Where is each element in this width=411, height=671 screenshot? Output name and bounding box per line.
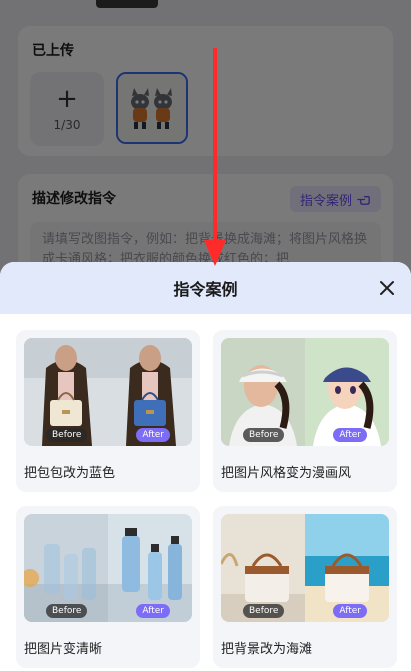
example-card-comic-style[interactable]: Before After 把图片风格变为漫画风 (213, 330, 397, 492)
before-badge: Before (243, 604, 285, 618)
plus-icon: + (56, 84, 78, 114)
instruction-cases-button[interactable]: 指令案例 (289, 186, 381, 212)
upload-count: 1/30 (53, 118, 81, 132)
after-badge: After (136, 428, 170, 442)
add-image-button[interactable]: + 1/30 (30, 72, 104, 146)
uploaded-thumbnail[interactable] (116, 72, 188, 144)
example-card-sharpen[interactable]: Before After 把图片变清晰 (16, 506, 200, 668)
example-image: Before After (24, 514, 192, 622)
close-icon[interactable] (377, 278, 397, 298)
example-image: Before After (24, 338, 192, 446)
top-thumbnail-strip (96, 0, 158, 8)
example-caption: 把背景改为海滩 (221, 642, 313, 657)
after-badge: After (333, 604, 367, 618)
example-caption: 把包包改为蓝色 (24, 466, 116, 481)
figurine-image (118, 74, 186, 142)
before-badge: Before (46, 428, 88, 442)
example-card-bag[interactable]: Before After 把包包改为蓝色 (16, 330, 200, 492)
instruction-cases-sheet: 指令案例 Before After 把包包改为蓝色 Before After 把… (0, 262, 411, 671)
after-badge: After (136, 604, 170, 618)
example-caption: 把图片风格变为漫画风 (221, 466, 352, 481)
before-badge: Before (243, 428, 285, 442)
example-image: Before After (221, 514, 389, 622)
example-card-beach-background[interactable]: Before After 把背景改为海滩 (213, 506, 397, 668)
pointing-hand-icon (357, 195, 370, 205)
sheet-title: 指令案例 (173, 280, 238, 299)
uploaded-title: 已上传 (32, 43, 74, 59)
instruction-cases-label: 指令案例 (299, 193, 352, 209)
after-badge: After (333, 428, 367, 442)
description-title: 描述修改指令 (32, 191, 116, 207)
example-image: Before After (221, 338, 389, 446)
red-arrow-annotation (204, 48, 226, 266)
example-caption: 把图片变清晰 (24, 642, 103, 657)
before-badge: Before (46, 604, 88, 618)
